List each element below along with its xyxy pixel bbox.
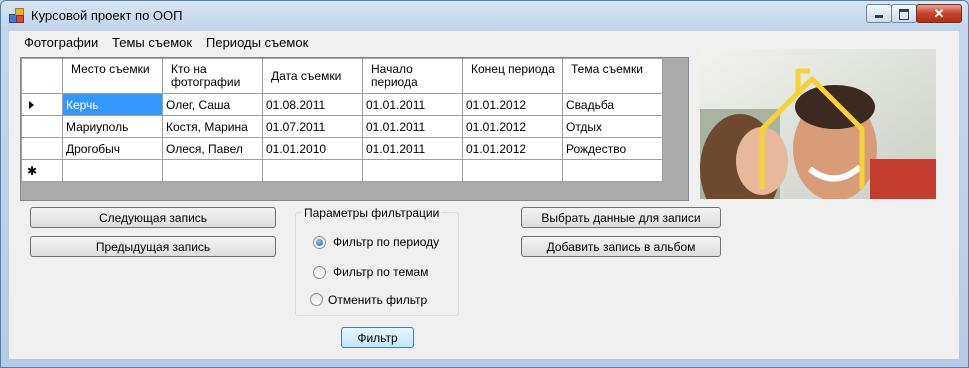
- close-button[interactable]: ✕: [916, 4, 962, 23]
- cell[interactable]: 01.01.2011: [362, 137, 463, 160]
- cell[interactable]: 01.01.2011: [362, 115, 463, 138]
- column-header-date[interactable]: Дата съемки: [262, 58, 363, 94]
- maximize-icon: [899, 9, 909, 20]
- column-header-period-start[interactable]: Начало периода: [362, 58, 463, 94]
- minimize-button[interactable]: [866, 4, 892, 23]
- radio-label-themes[interactable]: Фильтр по темам: [333, 265, 428, 279]
- cell[interactable]: 01.01.2010: [262, 137, 363, 160]
- select-data-button[interactable]: Выбрать данные для записи: [521, 207, 721, 228]
- cell[interactable]: 01.01.2011: [362, 93, 463, 116]
- row-header[interactable]: [21, 115, 63, 138]
- row-header[interactable]: [21, 137, 63, 160]
- menu-photos[interactable]: Фотографии: [17, 35, 105, 50]
- new-row[interactable]: ✱: [21, 159, 663, 182]
- cell[interactable]: 01.01.2012: [462, 115, 563, 138]
- cell[interactable]: 01.01.2012: [462, 137, 563, 160]
- cell[interactable]: Свадьба: [562, 93, 663, 116]
- add-to-album-button[interactable]: Добавить запись в альбом: [521, 236, 721, 257]
- cell[interactable]: Рождество: [562, 137, 663, 160]
- app-icon[interactable]: [9, 8, 24, 23]
- column-header-place[interactable]: Место съемки: [62, 58, 163, 94]
- cell[interactable]: Мариуполь: [62, 115, 163, 138]
- cell[interactable]: [62, 159, 163, 182]
- radio-filter-themes[interactable]: [313, 266, 326, 279]
- cell[interactable]: Дрогобыч: [62, 137, 163, 160]
- radio-label-period[interactable]: Фильтр по периоду: [333, 235, 439, 249]
- cell[interactable]: Отдых: [562, 115, 663, 138]
- filter-button[interactable]: Фильтр: [341, 327, 414, 348]
- close-icon: ✕: [933, 6, 945, 21]
- row-header[interactable]: [21, 93, 63, 116]
- row-header[interactable]: ✱: [21, 159, 63, 182]
- minimize-icon: [875, 15, 883, 18]
- row-pointer-icon: [29, 100, 34, 109]
- window-title: Курсовой проект по ООП: [31, 8, 183, 23]
- cell[interactable]: Керчь: [62, 93, 163, 116]
- radio-filter-period[interactable]: [313, 236, 326, 249]
- next-record-button[interactable]: Следующая запись: [30, 207, 276, 228]
- cell[interactable]: Костя, Марина: [162, 115, 263, 138]
- radio-selected-indicator: [316, 239, 323, 246]
- data-grid[interactable]: Место съемки Кто на фотографии Дата съем…: [20, 57, 689, 201]
- client-area: Фотографии Темы съемок Периоды съемок Ме…: [9, 31, 959, 359]
- cell[interactable]: Олеся, Павел: [162, 137, 263, 160]
- new-row-icon: ✱: [27, 163, 38, 178]
- column-header-period-end[interactable]: Конец периода: [462, 58, 563, 94]
- cell[interactable]: [362, 159, 463, 182]
- cell[interactable]: [462, 159, 563, 182]
- title-bar[interactable]: Курсовой проект по ООП ✕: [1, 1, 968, 31]
- column-header-people[interactable]: Кто на фотографии: [162, 58, 263, 94]
- maximize-button[interactable]: [891, 4, 917, 23]
- cell[interactable]: Олег, Саша: [162, 93, 263, 116]
- cell[interactable]: [562, 159, 663, 182]
- radio-cancel-filter[interactable]: [310, 293, 323, 306]
- grid-corner[interactable]: [21, 58, 63, 94]
- cell[interactable]: [162, 159, 263, 182]
- table-row[interactable]: Дрогобыч Олеся, Павел 01.01.2010 01.01.2…: [21, 137, 663, 160]
- filter-group-title: Параметры фильтрации: [302, 206, 442, 220]
- prev-record-button[interactable]: Предыдущая запись: [30, 236, 276, 257]
- table-row[interactable]: Керчь Олег, Саша 01.08.2011 01.01.2011 0…: [21, 93, 663, 116]
- couple-photo: [700, 49, 936, 199]
- cell[interactable]: [262, 159, 363, 182]
- cell[interactable]: 01.07.2011: [262, 115, 363, 138]
- menu-themes[interactable]: Темы съемок: [105, 35, 199, 50]
- menu-periods[interactable]: Периоды съемок: [199, 35, 315, 50]
- cell[interactable]: 01.01.2012: [462, 93, 563, 116]
- radio-label-cancel[interactable]: Отменить фильтр: [328, 293, 427, 307]
- column-header-theme[interactable]: Тема съемки: [562, 58, 663, 94]
- main-window: Курсовой проект по ООП ✕ Фотографии Темы…: [0, 0, 969, 368]
- grid-header-row: Место съемки Кто на фотографии Дата съем…: [21, 58, 663, 94]
- cell[interactable]: 01.08.2011: [262, 93, 363, 116]
- table-row[interactable]: Мариуполь Костя, Марина 01.07.2011 01.01…: [21, 115, 663, 138]
